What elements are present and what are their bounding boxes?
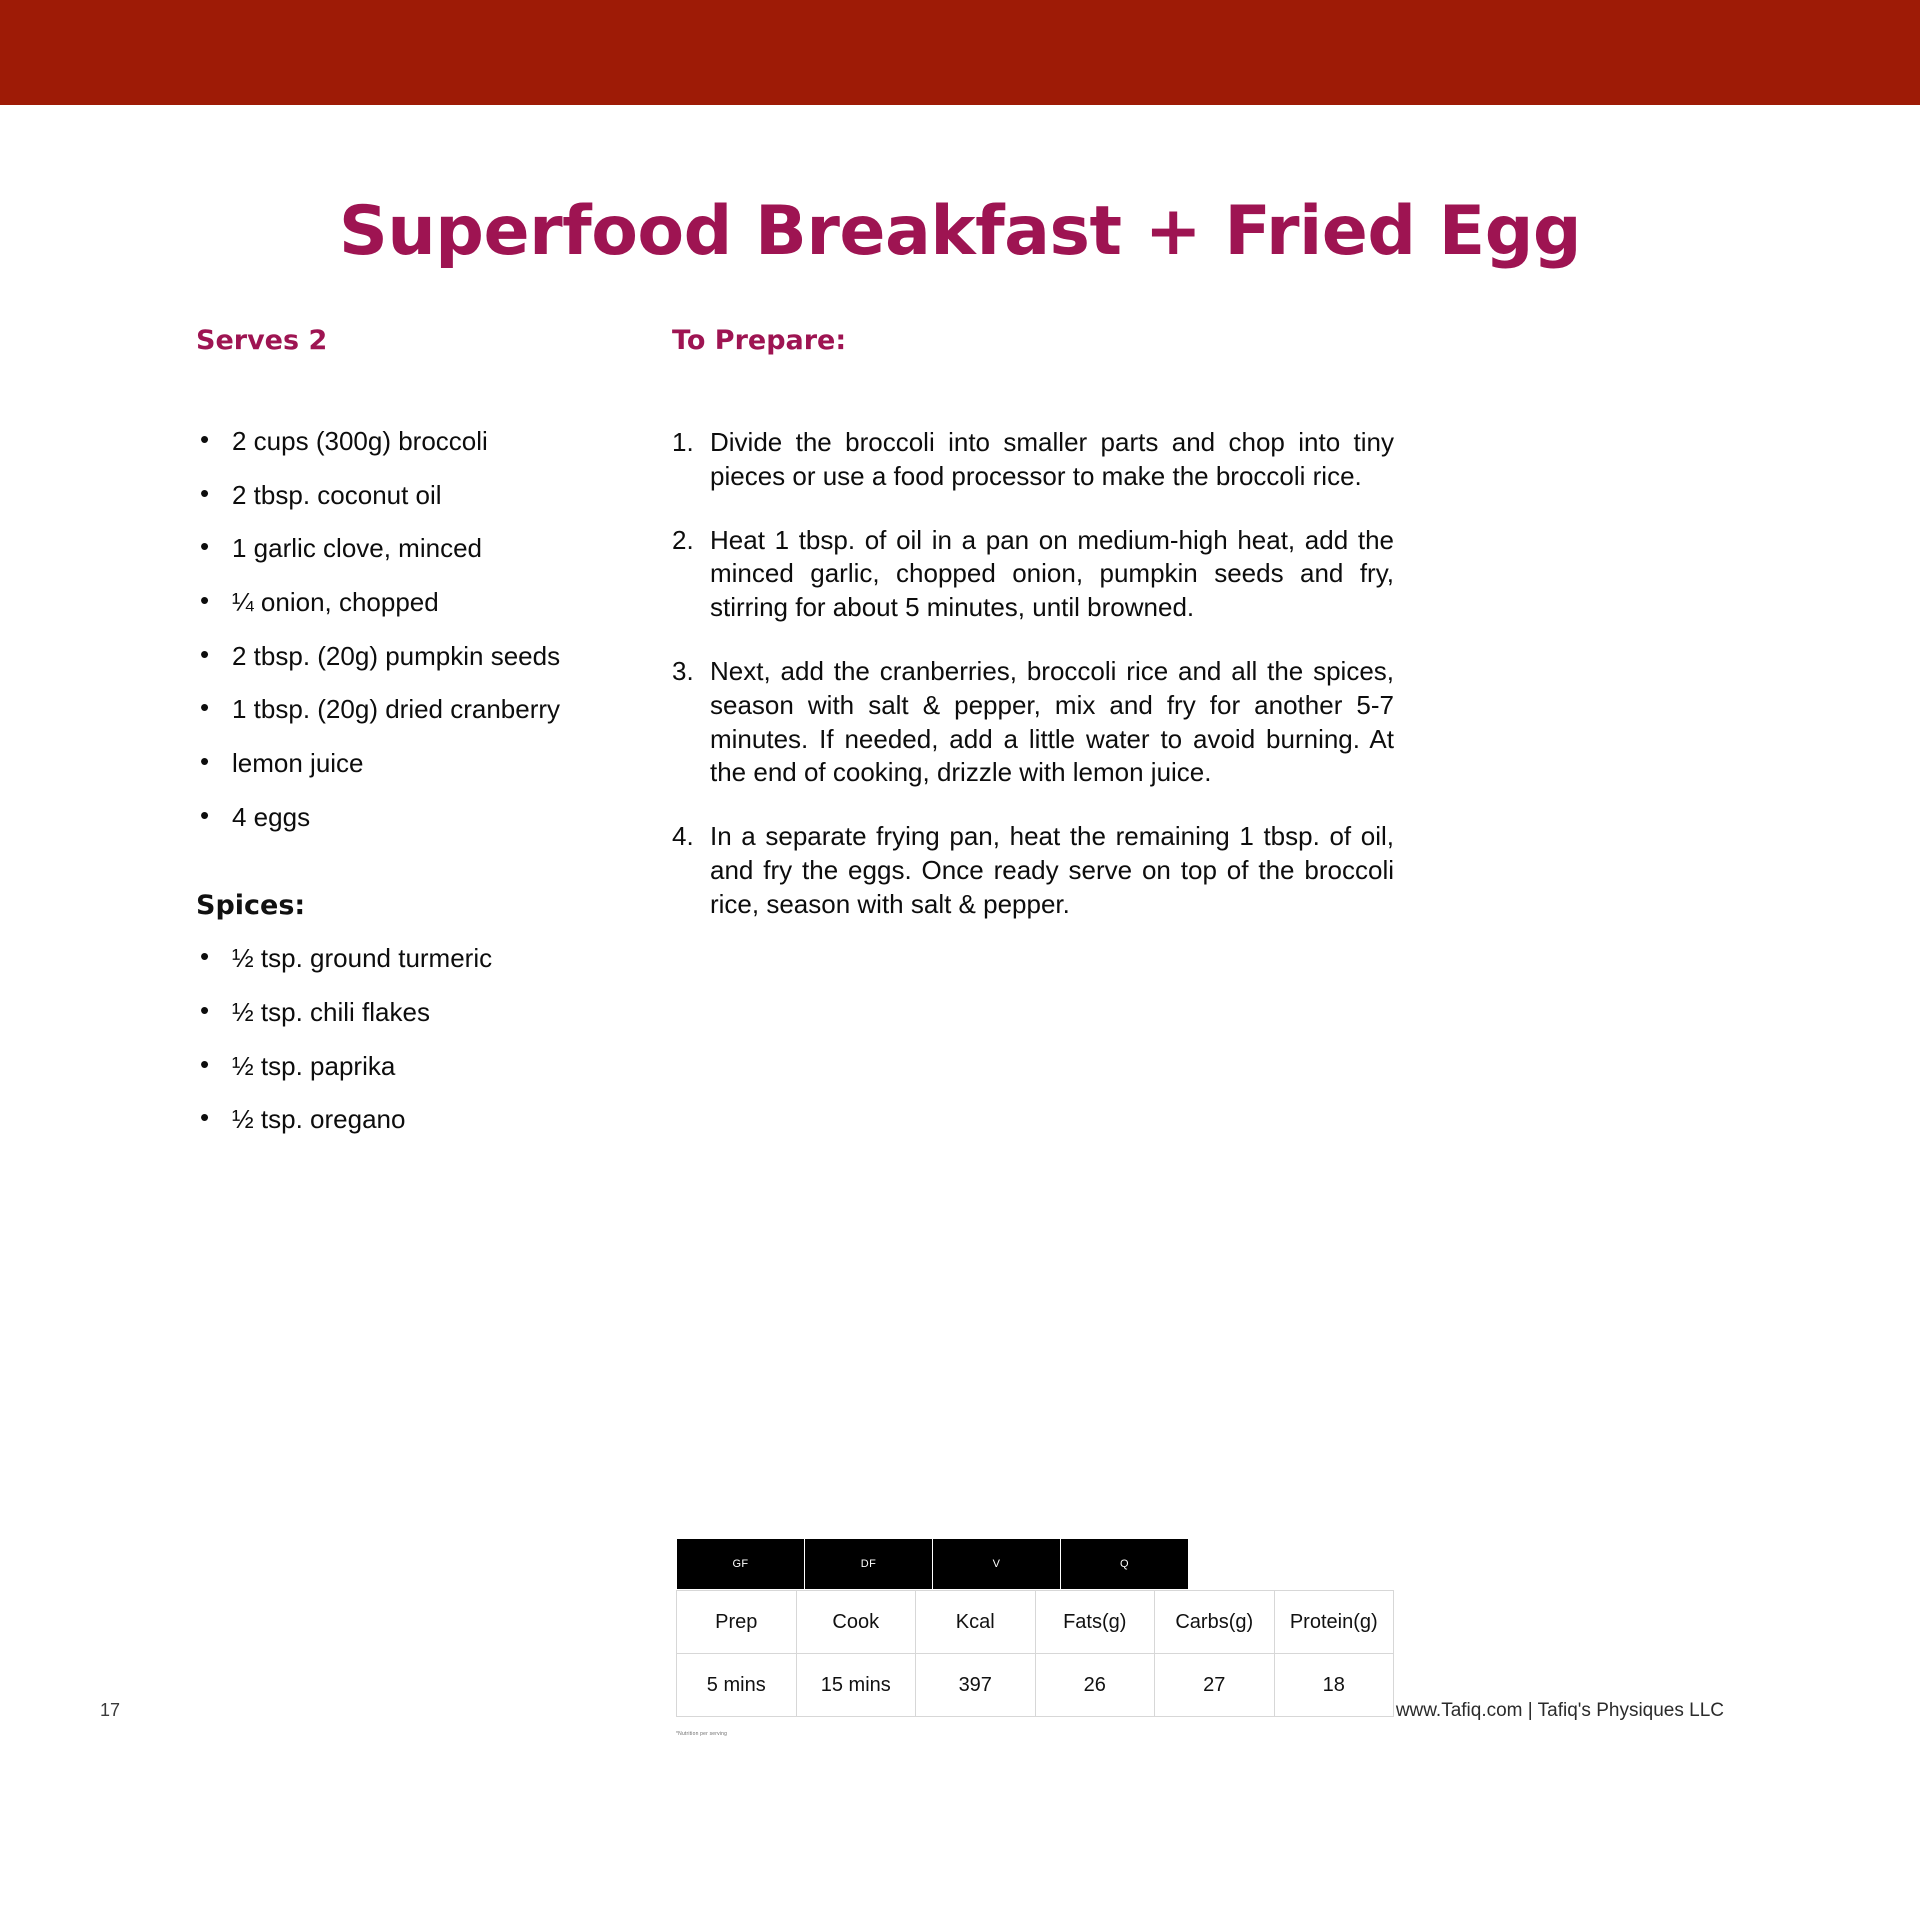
instruction-step: 2. Heat 1 tbsp. of oil in a pan on mediu… [672,524,1394,625]
ingredients-list-wrap: 2 cups (300g) broccoli 2 tbsp. coconut o… [196,424,666,833]
spices-heading: Spices: [196,890,306,922]
diet-tag-row: GF DF V Q [676,1538,1189,1590]
instruction-step: 4. In a separate frying pan, heat the re… [672,820,1394,921]
table-row: Prep Cook Kcal Fats(g) Carbs(g) Protein(… [676,1590,1394,1654]
to-prepare-heading: To Prepare: [672,325,847,356]
table-cell: 27 [1154,1653,1275,1717]
spices-list-wrap: ½ tsp. ground turmeric ½ tsp. chili flak… [196,941,666,1135]
column-header: Prep [676,1590,797,1654]
spices-heading-wrap: Spices: [196,890,666,921]
list-item: 1 tbsp. (20g) dried cranberry [196,692,666,725]
list-item: 2 tbsp. coconut oil [196,478,666,511]
step-number: 2. [672,524,694,555]
diet-tag-v: V [932,1538,1061,1590]
nutrition-table: Prep Cook Kcal Fats(g) Carbs(g) Protein(… [676,1590,1394,1717]
list-item: ½ tsp. oregano [196,1102,666,1135]
table-cell: 397 [915,1653,1036,1717]
nutrition-block: GF DF V Q Prep Cook Kcal Fats(g) Carbs(g… [676,1538,1394,1737]
step-text: Divide the broccoli into smaller parts a… [710,427,1394,491]
step-number: 1. [672,427,694,457]
ingredients-column: Serves 2 2 cups (300g) broccoli 2 tbsp. … [196,325,666,1158]
page-title: Superfood Breakfast + Fried Egg [338,192,1582,271]
list-item: ½ tsp. chili flakes [196,995,666,1028]
nutrition-note: *Nutrition per serving [676,1731,728,1737]
ingredients-list: 2 cups (300g) broccoli 2 tbsp. coconut o… [196,424,666,833]
column-header: Protein(g) [1273,1590,1394,1654]
table-row: 5 mins 15 mins 397 26 27 18 [676,1653,1394,1717]
instruction-steps: 1. Divide the broccoli into smaller part… [672,426,1394,922]
list-item: ¼ onion, chopped [196,585,666,618]
table-cell: 5 mins [676,1653,797,1717]
list-item: 4 eggs [196,800,666,833]
footer-credit: www.Tafiq.com | Tafiq's Physiques LLC [1395,1700,1724,1721]
list-item: lemon juice [196,746,666,779]
table-cell: 18 [1273,1653,1394,1717]
diet-tag-gf: GF [676,1538,805,1590]
column-header: Fats(g) [1034,1590,1155,1654]
column-header: Kcal [915,1590,1036,1654]
diet-tag-df: DF [804,1538,933,1590]
table-row: GF DF V Q [676,1538,1189,1590]
instruction-step: 3. Next, add the cranberries, broccoli r… [672,655,1394,790]
list-item: 2 cups (300g) broccoli [196,424,666,457]
list-item: 2 tbsp. (20g) pumpkin seeds [196,639,666,672]
column-header: Cook [795,1590,916,1654]
step-text: Next, add the cranberries, broccoli rice… [710,655,1394,788]
list-item: ½ tsp. ground turmeric [196,941,666,974]
step-number: 3. [672,655,694,686]
serves-heading: Serves 2 [196,325,328,356]
page-number: 17 [100,1700,121,1720]
instruction-step: 1. Divide the broccoli into smaller part… [672,426,1394,494]
diet-tag-q: Q [1060,1538,1189,1590]
table-cell: 26 [1034,1653,1155,1717]
spices-list: ½ tsp. ground turmeric ½ tsp. chili flak… [196,941,666,1135]
column-header: Carbs(g) [1154,1590,1275,1654]
table-cell: 15 mins [795,1653,916,1717]
list-item: ½ tsp. paprika [196,1049,666,1082]
top-banner [0,0,1920,105]
step-number: 4. [672,821,694,852]
instructions-column: To Prepare: 1. Divide the broccoli into … [672,325,1394,952]
list-item: 1 garlic clove, minced [196,531,666,564]
step-text: In a separate frying pan, heat the remai… [710,821,1394,919]
step-text: Heat 1 tbsp. of oil in a pan on medium-h… [710,524,1394,623]
